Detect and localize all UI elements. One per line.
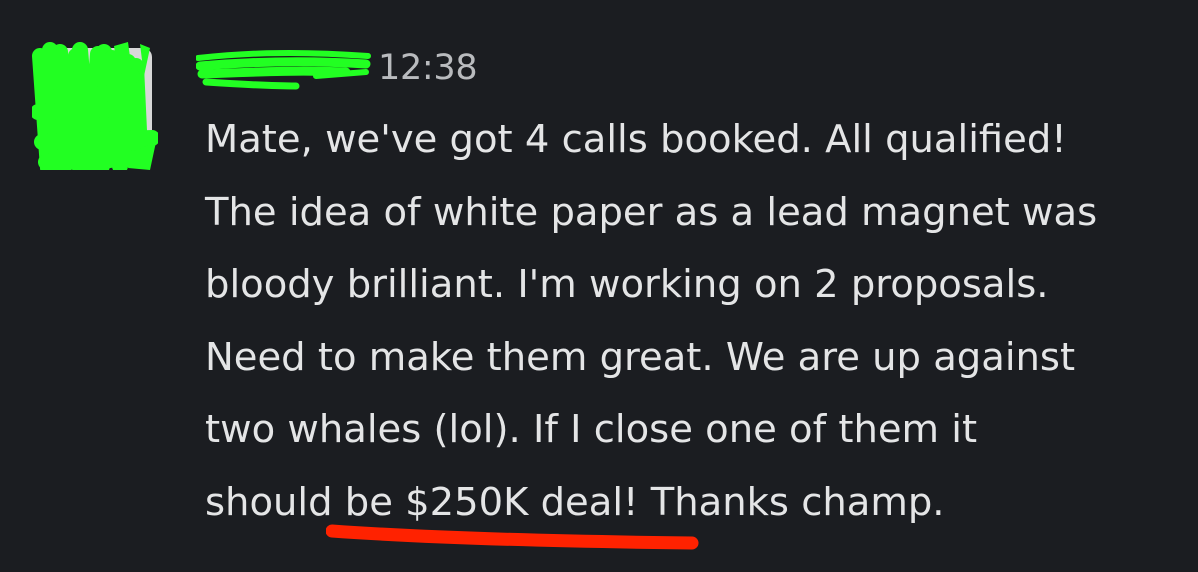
- message-line: bloody brilliant. I'm working on 2 propo…: [205, 262, 1049, 307]
- message-line: two whales (lol). If I close one of them…: [205, 407, 978, 452]
- sender-name[interactable]: [196, 46, 372, 90]
- avatar[interactable]: [32, 42, 158, 170]
- message-timestamp[interactable]: 12:38: [378, 46, 478, 90]
- avatar-redaction-scribble: [32, 42, 158, 170]
- red-underline-annotation: [326, 524, 699, 550]
- message-body: Mate, we've got 4 calls booked. All qual…: [205, 104, 1185, 539]
- chat-message: 12:38 Mate, we've got 4 calls booked. Al…: [0, 0, 1198, 572]
- message-line: Need to make them great. We are up again…: [205, 334, 1076, 380]
- message-line: The idea of white paper as a lead magnet…: [205, 189, 1098, 235]
- sender-redaction-scribble: [196, 49, 371, 90]
- message-header: 12:38: [196, 46, 478, 90]
- message-line: Mate, we've got 4 calls booked. All qual…: [205, 117, 1067, 162]
